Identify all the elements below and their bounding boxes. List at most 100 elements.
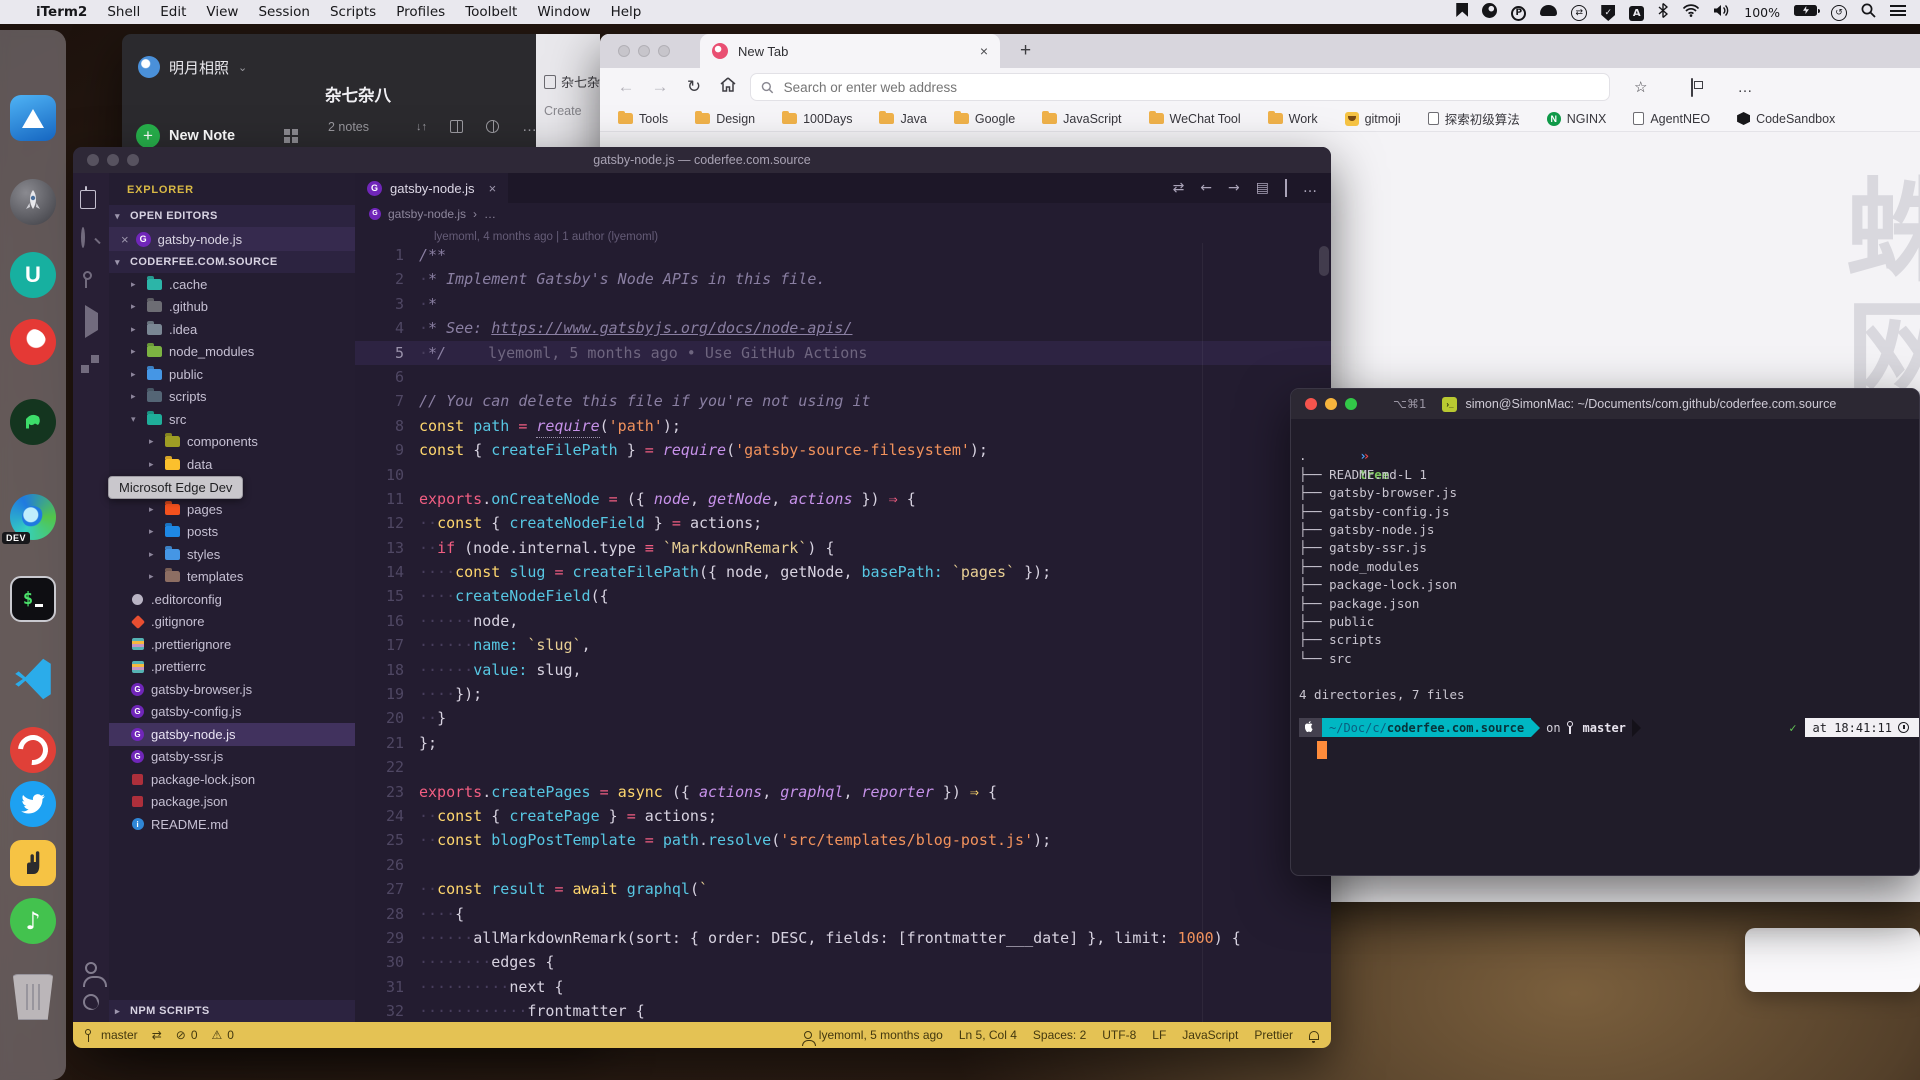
menu-window[interactable]: Window	[527, 4, 600, 20]
tree-item-posts[interactable]: ▸posts	[109, 521, 355, 544]
zoom-window-button[interactable]	[127, 154, 139, 166]
status-lf[interactable]: LF	[1152, 1028, 1166, 1042]
open-preview-icon[interactable]: ▤	[1256, 180, 1269, 196]
code-line-6[interactable]: 6	[355, 365, 1331, 389]
terminal-titlebar[interactable]: ⌥⌘1 ›_ simon@SimonMac: ~/Documents/com.g…	[1291, 389, 1919, 419]
bookmark-wechat-tool[interactable]: WeChat Tool	[1149, 112, 1241, 126]
menu-help[interactable]: Help	[601, 4, 652, 20]
home-button[interactable]	[716, 77, 740, 97]
close-window-button[interactable]	[1305, 398, 1317, 410]
bookmark-javascript[interactable]: JavaScript	[1042, 112, 1121, 126]
minimize-window-button[interactable]	[638, 45, 650, 57]
code-line-30[interactable]: 30········edges {	[355, 950, 1331, 974]
zoom-window-button[interactable]	[658, 45, 670, 57]
close-icon[interactable]: ×	[121, 232, 129, 247]
grid-icon[interactable]	[450, 120, 463, 133]
tree-item-package-lock.json[interactable]: package-lock.json	[109, 768, 355, 791]
notes-list-item[interactable]: 杂七杂八	[544, 72, 604, 91]
menu-session[interactable]: Session	[248, 4, 320, 20]
code-line-27[interactable]: 27··const result = await graphql(`	[355, 877, 1331, 901]
vscode-titlebar[interactable]: gatsby-node.js — coderfee.com.source	[73, 147, 1331, 173]
bookmark-nginx[interactable]: NNGINX	[1547, 112, 1607, 126]
explorer-icon[interactable]	[81, 187, 101, 207]
terminal-body[interactable]: ›› tree -L 1 .├── README.md├── gatsby-br…	[1291, 419, 1919, 759]
tree-item-README.md[interactable]: iREADME.md	[109, 813, 355, 836]
menu-profiles[interactable]: Profiles	[386, 4, 455, 20]
code-line-10[interactable]: 10	[355, 463, 1331, 487]
menubar-p-shield-icon[interactable]: P	[1511, 3, 1526, 21]
status-git-branch[interactable]: master	[85, 1028, 138, 1042]
menubar-hat-icon[interactable]	[1540, 4, 1557, 20]
tree-item-.prettierrc[interactable]: .prettierrc	[109, 656, 355, 679]
menubar-spotlight-search-icon[interactable]	[1861, 3, 1876, 22]
code-line-31[interactable]: 31··········next {	[355, 975, 1331, 999]
browser-traffic-lights[interactable]	[618, 45, 670, 57]
account-icon[interactable]	[85, 962, 97, 974]
share-icon[interactable]	[486, 120, 499, 133]
code-line-7[interactable]: 7// You can delete this file if you're n…	[355, 389, 1331, 413]
reload-button[interactable]: ↻	[682, 77, 706, 97]
split-editor-icon[interactable]	[1285, 180, 1287, 196]
dock-twitter-app[interactable]	[7, 778, 59, 830]
code-line-23[interactable]: 23exports.createPages = async ({ actions…	[355, 780, 1331, 804]
menubar-input-source-a-icon[interactable]: A	[1629, 4, 1644, 21]
code-line-14[interactable]: 14····const slug = createFilePath({ node…	[355, 560, 1331, 584]
breadcrumb[interactable]: G gatsby-node.js › …	[355, 203, 1331, 224]
code-line-12[interactable]: 12··const { createNodeField } = actions;	[355, 511, 1331, 535]
status-bell[interactable]	[1309, 1031, 1319, 1040]
code-line-19[interactable]: 19····});	[355, 682, 1331, 706]
status-errors[interactable]: ⊘0	[176, 1028, 198, 1042]
menubar-shield-check-icon[interactable]: ✓	[1601, 3, 1615, 21]
bookmark-agentneo[interactable]: AgentNEO	[1633, 112, 1710, 126]
minimize-window-button[interactable]	[1325, 398, 1337, 410]
back-button[interactable]: ←	[614, 77, 638, 97]
code-line-25[interactable]: 25··const blogPostTemplate = path.resolv…	[355, 828, 1331, 852]
code-line-16[interactable]: 16······node,	[355, 609, 1331, 633]
tab-close-icon[interactable]: ×	[980, 43, 988, 59]
bookmark-design[interactable]: Design	[695, 112, 755, 126]
menubar-wifi-icon[interactable]	[1682, 4, 1700, 21]
bookmark-java[interactable]: Java	[879, 112, 926, 126]
bookmark-work[interactable]: Work	[1268, 112, 1318, 126]
npm-scripts-header[interactable]: ▸ NPM SCRIPTS	[109, 1000, 355, 1022]
code-line-32[interactable]: 32············frontmatter {	[355, 999, 1331, 1022]
status-warnings[interactable]: ⚠0	[212, 1028, 234, 1042]
tree-item-.cache[interactable]: ▸.cache	[109, 273, 355, 296]
zoom-window-button[interactable]	[1345, 398, 1357, 410]
code-line-28[interactable]: 28····{	[355, 902, 1331, 926]
source-control-icon[interactable]	[81, 271, 101, 291]
dock-launchpad-rocket[interactable]	[7, 176, 59, 228]
editor-scrollbar[interactable]	[1319, 246, 1329, 276]
menubar-app-flag-icon[interactable]	[1456, 3, 1468, 21]
tree-item-scripts[interactable]: ▸scripts	[109, 386, 355, 409]
tree-item-package.json[interactable]: package.json	[109, 791, 355, 814]
status-prettier[interactable]: Prettier	[1254, 1028, 1293, 1042]
open-editors-header[interactable]: ▾ OPEN EDITORS	[109, 205, 355, 227]
tree-item-data[interactable]: ▸data	[109, 453, 355, 476]
bookmark-100days[interactable]: 100Days	[782, 112, 852, 126]
bookmark-google[interactable]: Google	[954, 112, 1015, 126]
status-ln-5-col-4[interactable]: Ln 5, Col 4	[959, 1028, 1017, 1042]
code-line-4[interactable]: 4·* See: https://www.gatsbyjs.org/docs/n…	[355, 316, 1331, 340]
project-header[interactable]: ▾ CODERFEE.COM.SOURCE	[109, 251, 355, 273]
breadcrumb-file[interactable]: gatsby-node.js	[388, 207, 466, 221]
menu-view[interactable]: View	[196, 4, 248, 20]
status-spaces-2[interactable]: Spaces: 2	[1033, 1028, 1086, 1042]
menubar-evernote-icon[interactable]	[1482, 3, 1497, 22]
tab-close-icon[interactable]: ×	[489, 181, 497, 196]
bookmark-codesandbox[interactable]: CodeSandbox	[1737, 112, 1835, 126]
go-forward-icon[interactable]: →	[1228, 180, 1240, 196]
dock-hand-gesture-app[interactable]	[7, 837, 59, 889]
dock-red-bird-app[interactable]	[7, 316, 59, 368]
tree-item-.github[interactable]: ▸.github	[109, 296, 355, 319]
tree-item-.gitignore[interactable]: .gitignore	[109, 611, 355, 634]
dock-music-app[interactable]: ♪	[7, 895, 59, 947]
code-line-22[interactable]: 22	[355, 755, 1331, 779]
minimize-window-button[interactable]	[107, 154, 119, 166]
tree-item-components[interactable]: ▸components	[109, 431, 355, 454]
menu-iterm2[interactable]: iTerm2	[26, 4, 97, 20]
grid-view-icon[interactable]	[284, 129, 298, 143]
tree-item-gatsby-config.js[interactable]: Ggatsby-config.js	[109, 701, 355, 724]
status-javascript[interactable]: JavaScript	[1182, 1028, 1238, 1042]
tree-item-public[interactable]: ▸public	[109, 363, 355, 386]
